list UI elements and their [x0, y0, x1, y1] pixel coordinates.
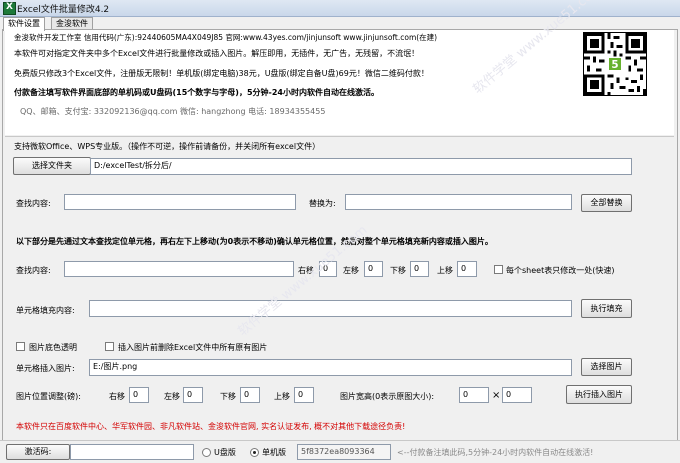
locate-up-label: 上移	[437, 266, 453, 275]
image-right-input[interactable]: 0	[129, 387, 149, 403]
locate-down-label: 下移	[390, 266, 406, 275]
udisk-label: U盘版	[214, 448, 236, 457]
replace-label: 替换为:	[309, 199, 336, 208]
section-note: 以下部分是先通过文本查找定位单元格，再右左下上移动(为0表示不移动)确认单元格位…	[16, 237, 493, 246]
image-width-input[interactable]: 0	[459, 387, 489, 403]
footer-notice: 本软件只在百度软件中心、华军软件园、非凡软件站、金浚软件官网, 实名认证发布, …	[16, 422, 406, 431]
image-height-input[interactable]: 0	[502, 387, 532, 403]
fill-input[interactable]	[89, 300, 572, 317]
locate-find-label: 查找内容:	[16, 266, 51, 275]
single-machine-label: 单机版	[262, 448, 286, 457]
select-folder-button[interactable]: 选择文件夹	[13, 157, 91, 175]
info-contact: QQ、邮箱、支付宝: 332092136@qq.com 微信: hangzhon…	[20, 107, 326, 116]
transparent-label: 图片底色透明	[29, 343, 77, 352]
excel-app-icon	[3, 2, 16, 15]
select-image-button[interactable]: 选择图片	[581, 358, 632, 376]
locate-left-input[interactable]: 0	[364, 261, 383, 277]
udisk-radio[interactable]	[202, 448, 211, 457]
locate-up-input[interactable]: 0	[457, 261, 477, 277]
image-pos-label: 图片位置调整(磅):	[16, 392, 81, 401]
activation-code-input[interactable]	[70, 444, 194, 460]
info-separator	[5, 136, 674, 137]
delete-images-checkbox[interactable]	[105, 342, 114, 351]
one-per-sheet-label: 每个sheet表只修改一处(快速)	[506, 266, 615, 275]
one-per-sheet-checkbox[interactable]	[494, 265, 503, 274]
execute-fill-button[interactable]: 执行填充	[581, 299, 632, 318]
window-title: Excel文件批量修改4.2	[17, 5, 110, 15]
image-up-input[interactable]: 0	[294, 387, 314, 403]
image-left-label: 左移	[164, 392, 180, 401]
status-bar: 激活码: U盘版 单机版 5f8372ea8093364 <--付款备注填此码,…	[0, 440, 680, 463]
execute-insert-image-button[interactable]: 执行插入图片	[566, 385, 632, 404]
replace-input[interactable]	[345, 194, 572, 210]
replace-all-button[interactable]: 全部替换	[581, 194, 632, 212]
qr-code-icon: 5	[583, 32, 647, 96]
image-down-label: 下移	[220, 392, 236, 401]
delete-images-label: 插入图片前删除Excel文件中所有原有图片	[118, 343, 268, 352]
locate-left-label: 左移	[343, 266, 359, 275]
info-payment-note: 付款备注填写软件界面底部的单机码或U盘码(15个数字与字母)，5分钟-24小时内…	[14, 88, 379, 97]
locate-down-input[interactable]: 0	[410, 261, 429, 277]
info-pricing: 免费版只修改3个Excel文件，注册版无限制！单机版(绑定电脑)38元，U盘版(…	[14, 69, 429, 78]
transparent-checkbox[interactable]	[16, 342, 25, 351]
times-sign: ×	[492, 390, 501, 401]
info-description: 本软件可对指定文件夹中多个Excel文件进行批量修改或插入图片。解压即用，无插件…	[14, 49, 420, 58]
image-size-label: 图片宽高(0表示原图大小):	[340, 392, 435, 401]
single-machine-radio[interactable]	[250, 448, 259, 457]
image-right-label: 右移	[109, 392, 125, 401]
locate-find-input[interactable]	[64, 261, 294, 277]
image-path-field[interactable]: E:/图片.png	[89, 359, 572, 376]
support-text: 支持微软Office、WPS专业版。（操作不可逆，操作前请备份，并关闭所有exc…	[14, 142, 321, 151]
info-box: 金浚软件开发工作室 信用代码(广东):92440605MA4X049J85 官网…	[5, 30, 674, 135]
image-left-input[interactable]: 0	[183, 387, 203, 403]
info-company: 金浚软件开发工作室 信用代码(广东):92440605MA4X049J85 官网…	[14, 33, 438, 42]
activation-code-label[interactable]: 激活码:	[6, 444, 70, 460]
image-label: 单元格插入图片:	[16, 364, 75, 373]
image-up-label: 上移	[274, 392, 290, 401]
activation-hint: <--付款备注填此码,5分钟-24小时内软件自动在线激活!	[397, 448, 594, 457]
fill-label: 单元格填充内容:	[16, 306, 75, 315]
image-down-input[interactable]: 0	[240, 387, 260, 403]
find-label: 查找内容:	[16, 199, 51, 208]
svg-text:5: 5	[611, 59, 618, 71]
tab-settings[interactable]: 软件设置	[3, 17, 45, 31]
machine-code-field[interactable]: 5f8372ea8093364	[297, 444, 391, 460]
find-input[interactable]	[64, 194, 296, 210]
folder-path-field[interactable]: D:/excelTest/拆分后/	[90, 158, 632, 175]
